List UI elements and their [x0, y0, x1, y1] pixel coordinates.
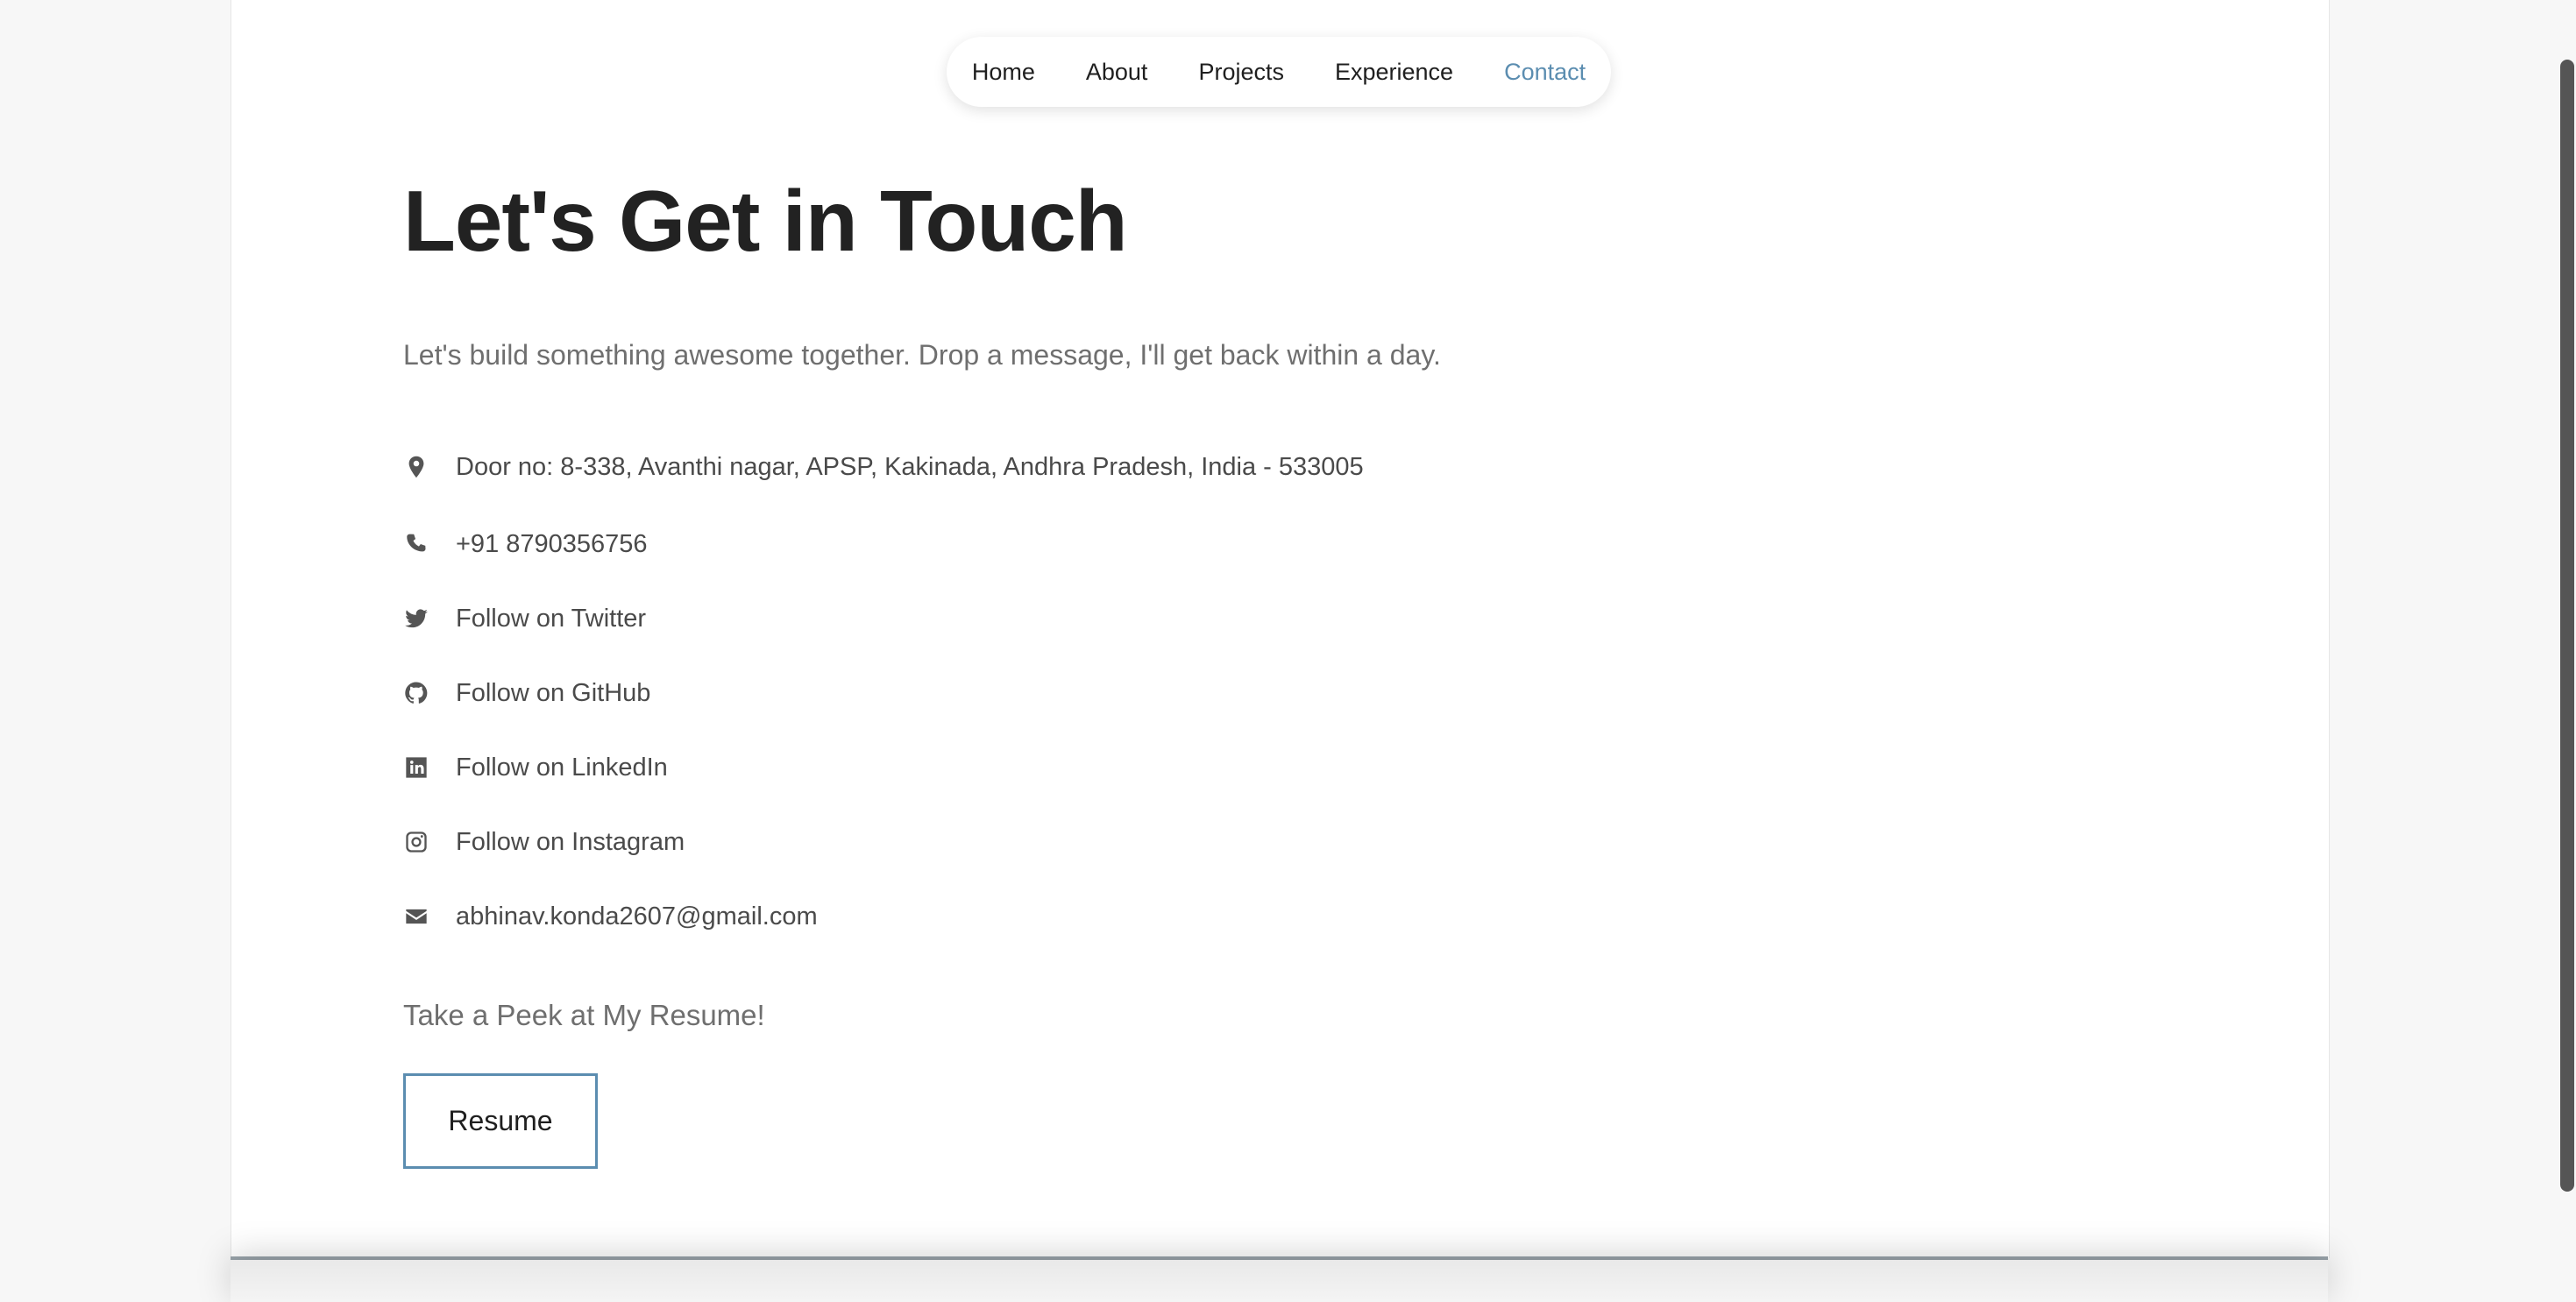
github-icon: [403, 680, 429, 706]
nav-about[interactable]: About: [1086, 59, 1148, 86]
contact-address: Door no: 8-338, Avanthi nagar, APSP, Kak…: [403, 445, 1364, 489]
contact-email[interactable]: abhinav.konda2607@gmail.com: [403, 895, 818, 938]
nav-projects[interactable]: Projects: [1198, 59, 1284, 86]
phone-icon: [403, 531, 429, 557]
contact-github[interactable]: Follow on GitHub: [403, 671, 650, 715]
contact-phone[interactable]: +91 8790356756: [403, 522, 648, 566]
resume-button[interactable]: Resume: [403, 1073, 598, 1169]
page-title: Let's Get in Touch: [403, 173, 1128, 269]
top-nav: Home About Projects Experience Contact: [947, 37, 1611, 107]
resume-prompt: Take a Peek at My Resume!: [403, 999, 765, 1031]
page-subtitle: Let's build something awesome together. …: [403, 339, 1441, 371]
linkedin-link: Follow on LinkedIn: [456, 753, 668, 782]
location-pin-icon: [403, 454, 429, 480]
email-text: abhinav.konda2607@gmail.com: [456, 902, 818, 931]
contact-twitter[interactable]: Follow on Twitter: [403, 597, 646, 640]
nav-experience[interactable]: Experience: [1335, 59, 1453, 86]
github-link: Follow on GitHub: [456, 678, 651, 707]
contact-linkedin[interactable]: Follow on LinkedIn: [403, 746, 668, 789]
address-text: Door no: 8-338, Avanthi nagar, APSP, Kak…: [456, 452, 1364, 481]
twitter-icon: [403, 605, 429, 632]
envelope-icon: [403, 903, 429, 930]
contact-instagram[interactable]: Follow on Instagram: [403, 820, 685, 864]
nav-home[interactable]: Home: [972, 59, 1035, 86]
linkedin-icon: [403, 754, 429, 781]
nav-contact[interactable]: Contact: [1504, 59, 1586, 86]
scrollbar-thumb[interactable]: [2560, 60, 2574, 1192]
instagram-link: Follow on Instagram: [456, 827, 685, 856]
footer-edge: [231, 1260, 2328, 1302]
instagram-icon: [403, 829, 429, 855]
phone-text: +91 8790356756: [456, 529, 648, 558]
twitter-link: Follow on Twitter: [456, 604, 647, 633]
